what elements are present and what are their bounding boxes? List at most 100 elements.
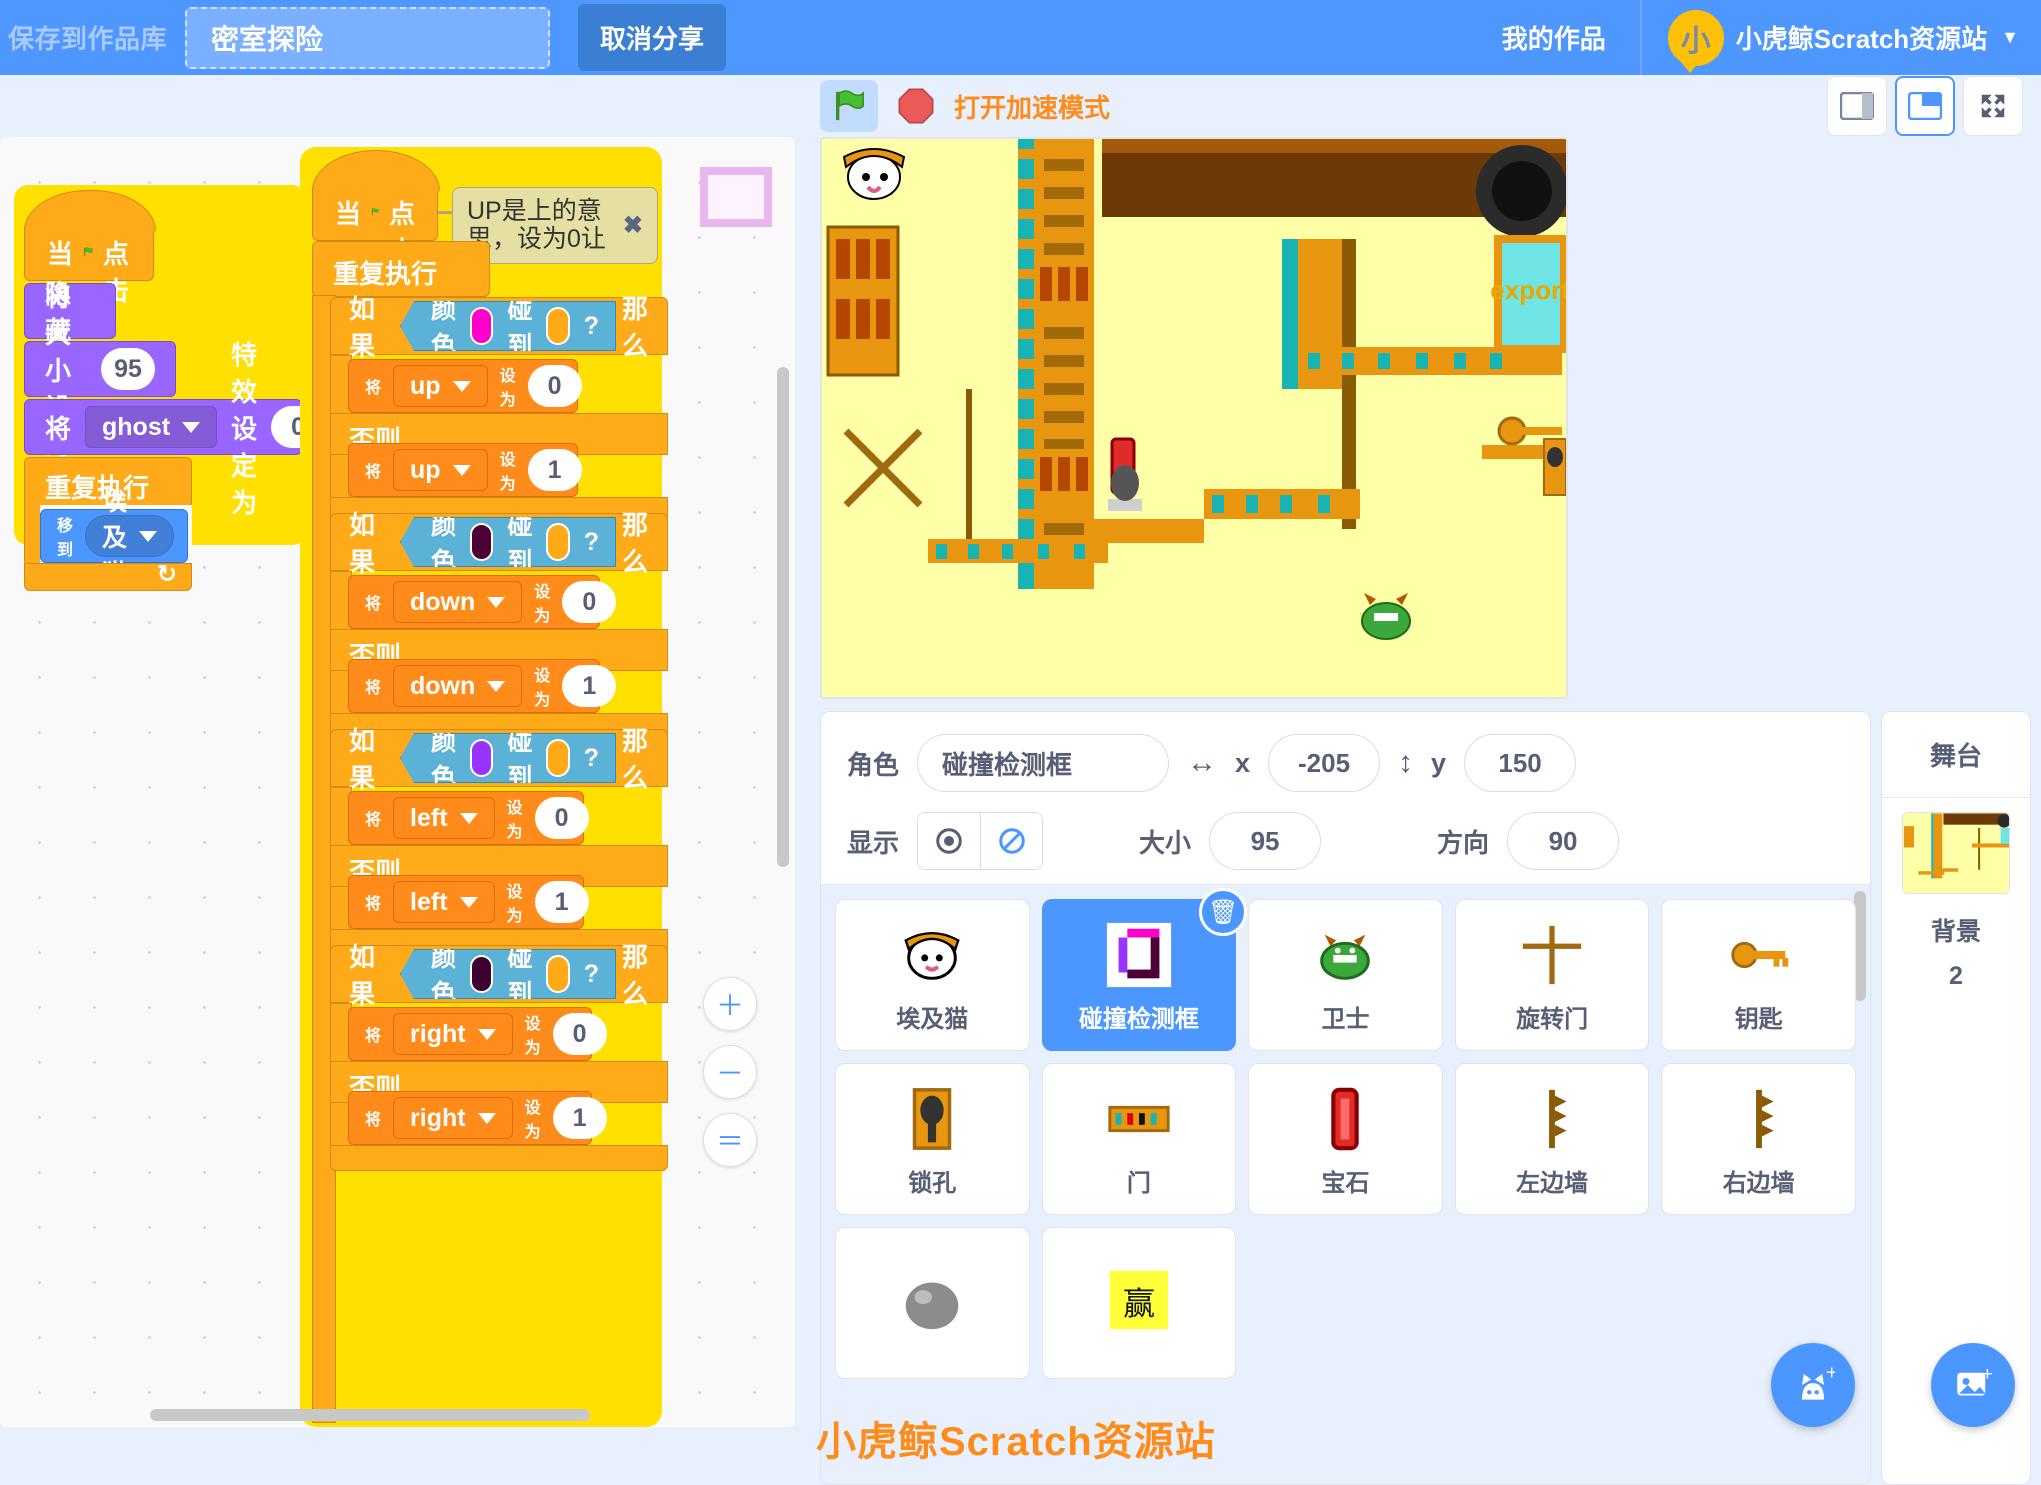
unshare-button[interactable]: 取消分享	[578, 4, 727, 71]
variable-value[interactable]: 0	[527, 365, 582, 407]
color-touching-color-block-3[interactable]: 颜色 碰到 ?	[400, 733, 616, 783]
chevron-down-icon	[182, 421, 201, 433]
when-flag-clicked-block-main[interactable]: 当 被点击	[312, 150, 440, 266]
backdrop-thumbnail[interactable]	[1902, 812, 2010, 894]
zoom-out-button[interactable]: －	[703, 1045, 757, 1099]
sprite-direction-input[interactable]: 90	[1507, 812, 1620, 870]
color-swatch-source-4[interactable]	[470, 955, 494, 993]
lower-panels: 角色 碰撞检测框 ↔ x -205 ↕ y 150 显示 大小 95 方向 90…	[810, 699, 2041, 1485]
show-sprite-button[interactable]	[918, 813, 981, 869]
effect-dropdown[interactable]: ghost	[85, 406, 218, 448]
if-else-block-4[interactable]: 如果 颜色 碰到 ? 那么	[330, 942, 668, 1009]
color-swatch-target-1[interactable]	[546, 307, 570, 345]
sprite-tile[interactable]: 左边墙	[1454, 1063, 1650, 1215]
color-touching-color-block-2[interactable]: 颜色 碰到 ?	[400, 517, 616, 567]
set-var-block-1-then[interactable]: 将 up 设为 0	[348, 359, 582, 413]
small-stage-button[interactable]	[1827, 76, 1887, 136]
green-flag-button[interactable]	[820, 80, 878, 132]
set-var-block-2-else[interactable]: 将 down 设为 1	[348, 659, 617, 713]
sprite-tile[interactable]: 宝石	[1248, 1063, 1443, 1215]
turbo-mode-label[interactable]: 打开加速模式	[954, 88, 1110, 125]
variable-dropdown[interactable]: down	[393, 665, 523, 707]
if-else-block-3[interactable]: 如果 颜色 碰到 ? 那么	[330, 726, 668, 793]
color-swatch-source-1[interactable]	[470, 307, 494, 345]
when-flag-clicked-block-left[interactable]: 当 被点击	[24, 190, 156, 306]
sprite-size-input[interactable]: 95	[1209, 812, 1322, 870]
project-title-input[interactable]: 密室探险	[185, 6, 551, 69]
set-var-block-4-else[interactable]: 将 right 设为 1	[348, 1091, 607, 1145]
zoom-reset-button[interactable]: ＝	[703, 1113, 757, 1167]
goto-block[interactable]: 移到 埃及猫	[40, 488, 188, 588]
variable-value[interactable]: 1	[534, 881, 589, 923]
set-size-block[interactable]: 将大小设为 95	[24, 282, 176, 460]
sprite-list[interactable]: 埃及猫 碰撞检测框 🗑 卫士 旋转门 钥匙锁孔 门 宝石 左边墙 右边墙赢	[821, 885, 1870, 1484]
sprite-x-input[interactable]: -205	[1268, 734, 1381, 792]
account-menu[interactable]: 小 小虎鲸Scratch资源站 ▼	[1642, 9, 2041, 73]
code-canvas[interactable]: 当 被点击 隐藏 将大小设为 95 将 ghost 特效	[0, 137, 795, 1427]
variable-dropdown[interactable]: left	[393, 797, 495, 839]
sprite-tile[interactable]: 碰撞检测框 🗑	[1041, 888, 1248, 1051]
horizontal-scrollbar[interactable]	[150, 1409, 590, 1421]
fullscreen-button[interactable]	[1963, 76, 2023, 136]
set-var-block-2-then[interactable]: 将 down 设为 0	[348, 575, 617, 629]
color-swatch-target-3[interactable]	[546, 739, 570, 777]
sprite-y-input[interactable]: 150	[1464, 734, 1577, 792]
forever-block-main[interactable]: 重复执行	[312, 241, 490, 297]
set-var-block-3-then[interactable]: 将 left 设为 0	[348, 791, 589, 845]
variable-value[interactable]: 1	[562, 665, 617, 707]
variable-value[interactable]: 0	[562, 581, 617, 623]
if-else-block-1[interactable]: 如果 颜色 碰到 ? 那么	[330, 294, 668, 361]
variable-value[interactable]: 1	[552, 1097, 607, 1139]
color-touching-color-block-1[interactable]: 颜色 碰到 ?	[400, 301, 616, 351]
stage[interactable]: export	[820, 137, 1568, 699]
vertical-scrollbar[interactable]	[777, 367, 789, 867]
sprite-tile[interactable]: 门	[1041, 1063, 1237, 1215]
save-to-library-button[interactable]: 保存到作品库	[0, 19, 181, 56]
my-works-link[interactable]: 我的作品	[1468, 19, 1640, 56]
variable-value[interactable]: 0	[534, 797, 589, 839]
sprite-tile[interactable]: 钥匙	[1661, 899, 1856, 1051]
set-size-value[interactable]: 95	[101, 348, 155, 390]
color-swatch-source-3[interactable]	[470, 739, 494, 777]
variable-value[interactable]: 1	[527, 449, 582, 491]
variable-dropdown[interactable]: left	[393, 881, 495, 923]
sprite-name-input[interactable]: 碰撞检测框	[917, 734, 1170, 792]
color-touching-color-block-4[interactable]: 颜色 碰到 ?	[400, 949, 616, 999]
set-var-block-4-then[interactable]: 将 right 设为 0	[348, 1007, 607, 1061]
color-swatch-target-2[interactable]	[546, 523, 570, 561]
color-swatch-source-2[interactable]	[470, 523, 494, 561]
sprite-tile[interactable]: 埃及猫	[835, 899, 1030, 1051]
set-effect-block[interactable]: 将 ghost 特效设定为 0	[24, 340, 326, 518]
delete-sprite-icon[interactable]: 🗑	[1199, 888, 1248, 936]
goto-target-dropdown[interactable]: 埃及猫	[85, 488, 175, 588]
loop-arrow-icon: ↻	[156, 561, 177, 588]
stop-button[interactable]	[894, 84, 938, 128]
if-else-block-2[interactable]: 如果 颜色 碰到 ? 那么	[330, 510, 668, 577]
set-var-block-1-else[interactable]: 将 up 设为 1	[348, 443, 582, 497]
add-backdrop-button[interactable]: +	[1931, 1343, 2015, 1427]
variable-dropdown[interactable]: right	[393, 1013, 513, 1055]
zoom-in-button[interactable]: ＋	[703, 977, 757, 1031]
variable-dropdown[interactable]: up	[393, 449, 488, 491]
stage-panel[interactable]: 舞台 背景 2 +	[1881, 711, 2031, 1485]
sprite-tile[interactable]: 旋转门	[1454, 899, 1650, 1051]
variable-dropdown[interactable]: right	[393, 1097, 513, 1139]
sprite-tile[interactable]	[835, 1227, 1030, 1379]
variable-value[interactable]: 0	[552, 1013, 607, 1055]
sprite-tile[interactable]: 赢	[1041, 1227, 1237, 1379]
comment-close-icon[interactable]: ✖	[623, 211, 643, 240]
color-swatch-target-4[interactable]	[546, 955, 570, 993]
chevron-down-icon	[459, 896, 478, 908]
sprite-tile[interactable]: 右边墙	[1661, 1063, 1856, 1215]
hide-sprite-button[interactable]	[980, 813, 1043, 869]
normal-stage-button[interactable]	[1895, 76, 1955, 136]
sprite-tile[interactable]: 锁孔	[835, 1063, 1030, 1215]
set-prefix: 将	[365, 596, 382, 613]
sprite-tile[interactable]: 卫士	[1248, 899, 1443, 1051]
add-sprite-button[interactable]: +	[1771, 1343, 1855, 1427]
variable-dropdown[interactable]: up	[393, 365, 488, 407]
avatar-label: 小	[1680, 24, 1711, 58]
if-label: 如果	[349, 294, 376, 361]
set-var-block-3-else[interactable]: 将 left 设为 1	[348, 875, 589, 929]
variable-dropdown[interactable]: down	[393, 581, 523, 623]
